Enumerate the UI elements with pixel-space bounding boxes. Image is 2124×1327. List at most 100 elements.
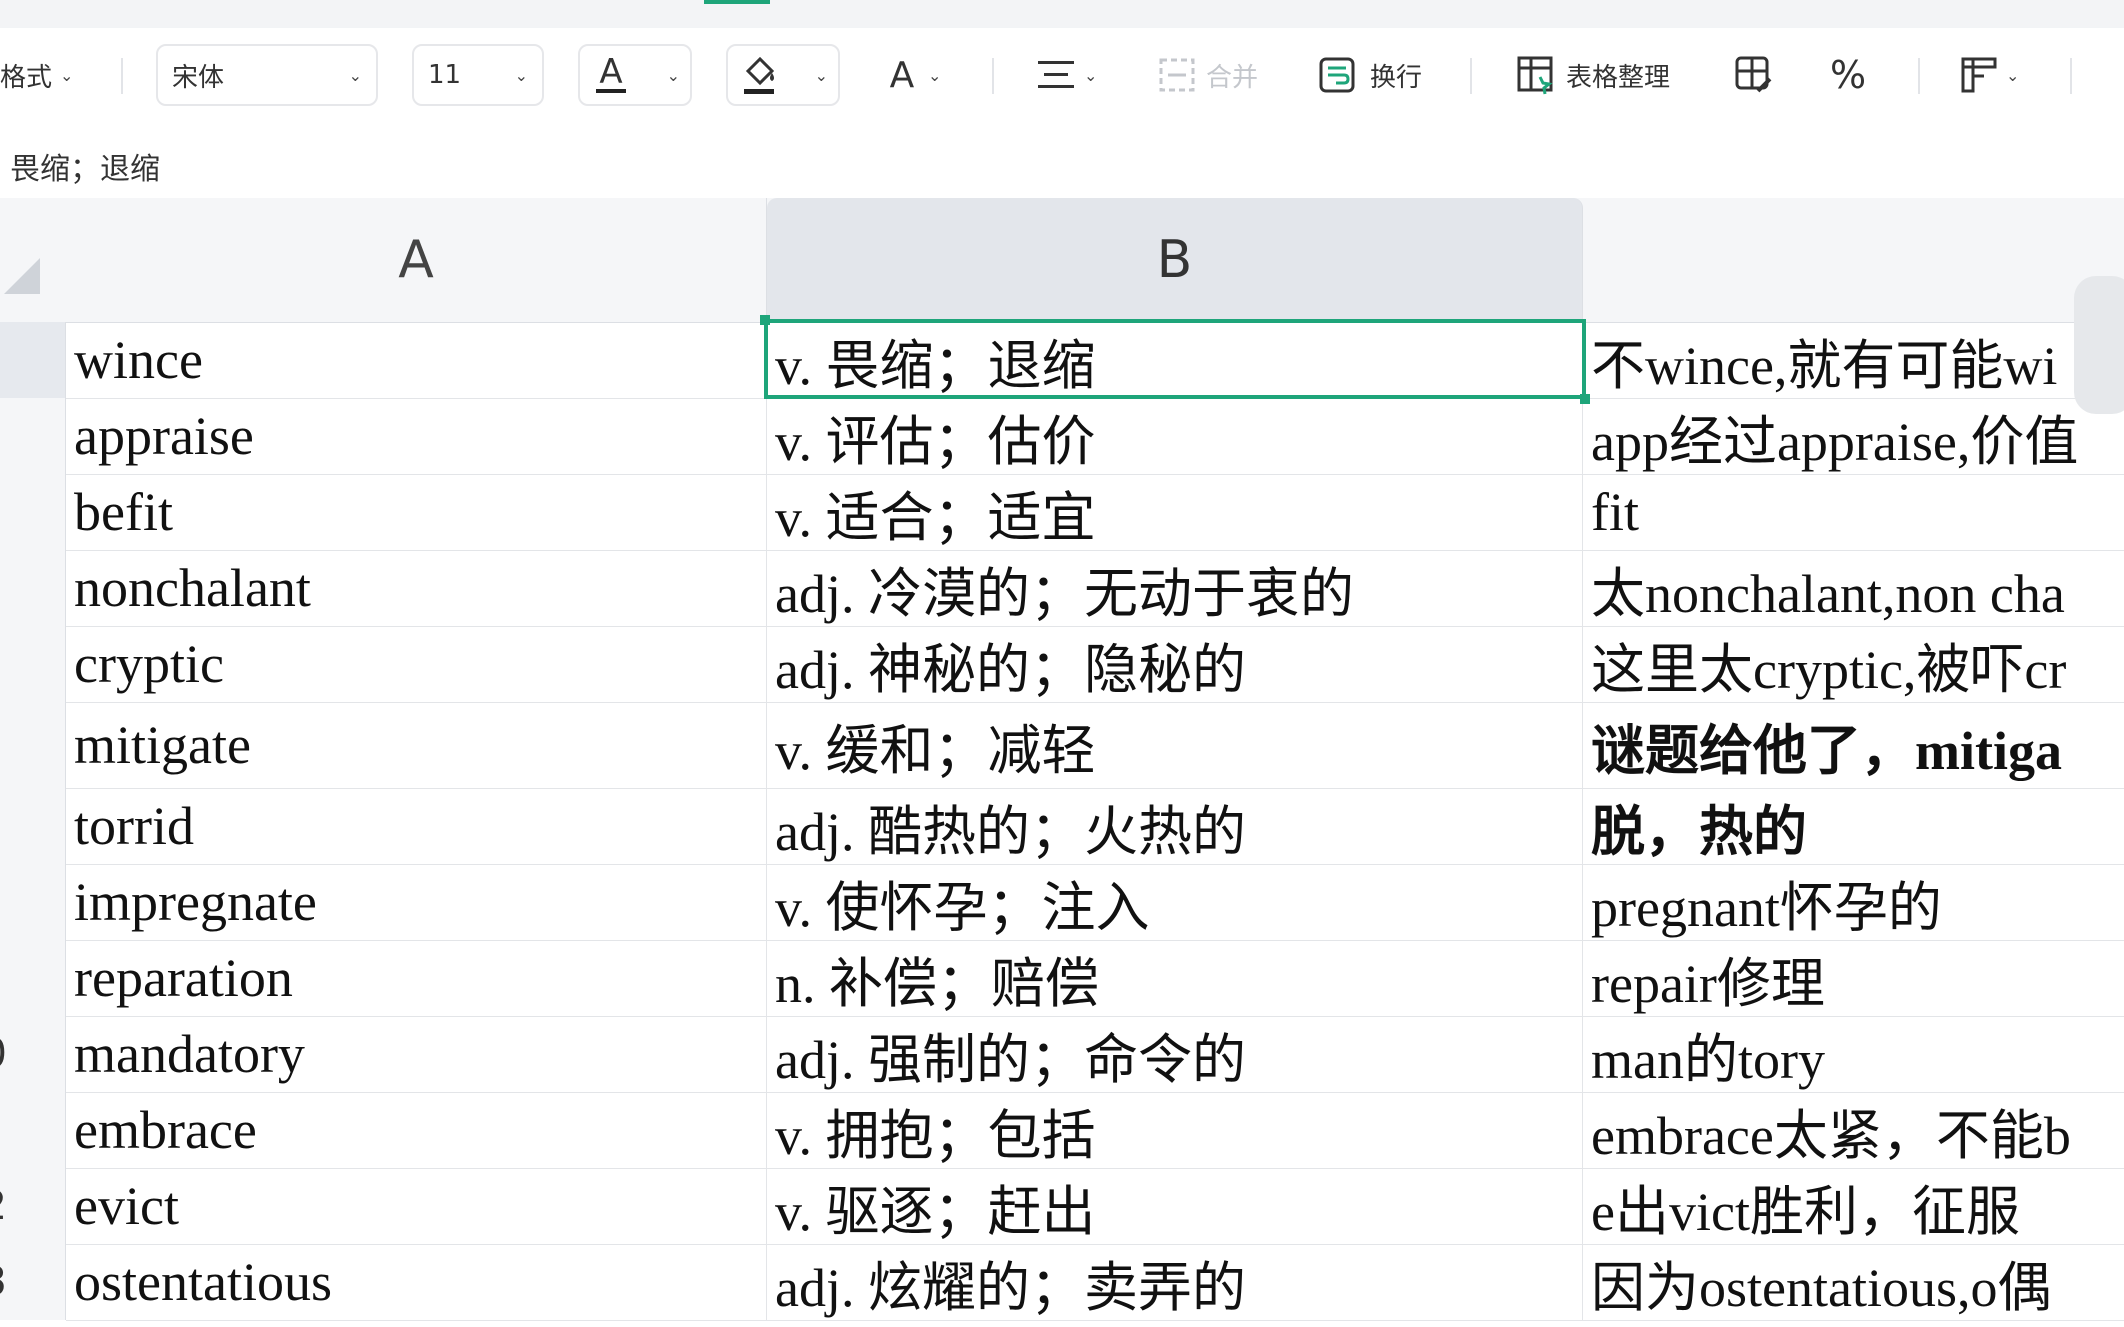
align-dropdown[interactable]: ⌄ — [1036, 44, 1108, 106]
paint-bucket-icon — [744, 56, 775, 94]
cell-meaning[interactable]: v. 畏缩；退缩 — [767, 322, 1583, 398]
table-row: evict v. 驱逐；赶出 e出vict胜利，征服 — [66, 1168, 2124, 1245]
row-number[interactable] — [0, 474, 66, 550]
row-number[interactable]: 0 — [0, 1016, 66, 1092]
column-header-row: A B — [0, 198, 2124, 323]
table-row: wince v. 畏缩；退缩 不wince,就有可能wi — [66, 322, 2124, 399]
wrap-text-label: 换行 — [1370, 62, 1423, 93]
toolbar-divider — [992, 58, 994, 94]
cell-word[interactable]: evict — [66, 1168, 767, 1244]
merge-icon — [1159, 58, 1195, 92]
table-tidy-icon — [1517, 56, 1553, 95]
font-size-select[interactable]: 11 ⌄ — [412, 44, 544, 106]
text-style-button[interactable]: A ⌄ — [884, 44, 954, 106]
chevron-down-icon: ⌄ — [928, 65, 942, 85]
cell-meaning[interactable]: v. 拥抱；包括 — [767, 1092, 1583, 1168]
cell-edit-icon — [1735, 56, 1772, 93]
table-row: embrace v. 拥抱；包括 embrace太紧，不能b — [66, 1092, 2124, 1169]
cell-meaning[interactable]: adj. 神秘的；隐秘的 — [767, 626, 1583, 702]
column-header-c[interactable] — [1583, 198, 2124, 322]
cell-note[interactable]: e出vict胜利，征服 — [1583, 1168, 2124, 1244]
selection-handle[interactable] — [760, 315, 770, 325]
cell-meaning[interactable]: adj. 酷热的；火热的 — [767, 788, 1583, 864]
cell-meaning[interactable]: v. 缓和；减轻 — [767, 702, 1583, 788]
row-number[interactable] — [0, 702, 66, 788]
fill-color-button[interactable]: ⌄ — [726, 44, 840, 106]
cell-meaning[interactable]: adj. 强制的；命令的 — [767, 1016, 1583, 1092]
row-number[interactable] — [0, 1092, 66, 1168]
cell-note[interactable]: fit — [1583, 474, 2124, 550]
cell-note[interactable]: app经过appraise,价值 — [1583, 398, 2124, 474]
scrollbar-thumb[interactable] — [2074, 276, 2124, 414]
table-row: mitigate v. 缓和；减轻 谜题给他了，mitiga — [66, 702, 2124, 789]
cell-meaning[interactable]: v. 适合；适宜 — [767, 474, 1583, 550]
cell-note[interactable]: 不wince,就有可能wi — [1583, 322, 2124, 398]
column-header-a[interactable]: A — [66, 198, 767, 322]
cell-word[interactable]: impregnate — [66, 864, 767, 940]
row-number[interactable] — [0, 940, 66, 1016]
toolbar: 格式 ⌄ 宋体 ⌄ 11 ⌄ A ⌄ ⌄ A ⌄ ⌄ 合并 换行 表格整理 % … — [0, 28, 2124, 127]
cell-word[interactable]: appraise — [66, 398, 767, 474]
cell-meaning[interactable]: v. 驱逐；赶出 — [767, 1168, 1583, 1244]
cell-format-button[interactable] — [1734, 44, 1784, 106]
active-tab-indicator — [704, 0, 770, 4]
formula-bar[interactable]: 畏缩；退缩 — [0, 126, 2124, 199]
cell-meaning[interactable]: n. 补偿；赔偿 — [767, 940, 1583, 1016]
table-tidy-button[interactable]: 表格整理 — [1516, 44, 1686, 106]
cell-word[interactable]: befit — [66, 474, 767, 550]
cell-note[interactable]: 太nonchalant,non cha — [1583, 550, 2124, 626]
row-number[interactable] — [0, 322, 66, 398]
wrap-text-button[interactable]: 换行 — [1318, 44, 1430, 106]
cell-word[interactable]: mitigate — [66, 702, 767, 788]
cell-note[interactable]: 因为ostentatious,o偶 — [1583, 1244, 2124, 1320]
chevron-down-icon: ⌄ — [348, 65, 362, 85]
cell-note[interactable]: man的tory — [1583, 1016, 2124, 1092]
cell-word[interactable]: embrace — [66, 1092, 767, 1168]
chevron-down-icon: ⌄ — [814, 65, 828, 85]
cell-meaning[interactable]: adj. 冷漠的；无动于衷的 — [767, 550, 1583, 626]
freeze-dropdown[interactable]: ⌄ — [1960, 44, 2034, 106]
chevron-down-icon: ⌄ — [60, 65, 74, 85]
row-number[interactable]: 2 — [0, 1168, 66, 1244]
font-size-value: 11 — [428, 60, 462, 90]
table-row: ostentatious adj. 炫耀的；卖弄的 因为ostentatious,o… — [66, 1244, 2124, 1321]
percent-button[interactable]: % — [1830, 44, 1880, 106]
cell-note[interactable]: pregnant怀孕的 — [1583, 864, 2124, 940]
table-row: reparation n. 补偿；赔偿 repair修理 — [66, 940, 2124, 1017]
cell-note[interactable]: 这里太cryptic,被吓cr — [1583, 626, 2124, 702]
cell-meaning[interactable]: adj. 炫耀的；卖弄的 — [767, 1244, 1583, 1320]
row-number[interactable]: 3 — [0, 1244, 66, 1320]
cell-word[interactable]: torrid — [66, 788, 767, 864]
wrap-text-icon — [1319, 57, 1355, 93]
select-all-corner[interactable] — [4, 258, 40, 294]
chevron-down-icon: ⌄ — [514, 65, 528, 85]
row-number[interactable] — [0, 626, 66, 702]
cell-word[interactable]: wince — [66, 322, 767, 398]
svg-text:A: A — [599, 53, 622, 92]
table-row: nonchalant adj. 冷漠的；无动于衷的 太nonchalant,non … — [66, 550, 2124, 627]
merge-button[interactable]: 合并 — [1158, 44, 1268, 106]
row-number[interactable] — [0, 550, 66, 626]
cell-note[interactable]: repair修理 — [1583, 940, 2124, 1016]
cell-meaning[interactable]: v. 使怀孕；注入 — [767, 864, 1583, 940]
column-header-b[interactable]: B — [767, 198, 1583, 322]
font-family-select[interactable]: 宋体 ⌄ — [156, 44, 378, 106]
font-color-button[interactable]: A ⌄ — [578, 44, 692, 106]
table-row: impregnate v. 使怀孕；注入 pregnant怀孕的 — [66, 864, 2124, 941]
cell-word[interactable]: ostentatious — [66, 1244, 767, 1320]
row-number[interactable] — [0, 864, 66, 940]
cell-word[interactable]: reparation — [66, 940, 767, 1016]
cell-word[interactable]: mandatory — [66, 1016, 767, 1092]
cell-word[interactable]: nonchalant — [66, 550, 767, 626]
row-number[interactable] — [0, 788, 66, 864]
row-number[interactable] — [0, 398, 66, 474]
cell-note[interactable]: 脱，热的 — [1583, 788, 2124, 864]
cell-note[interactable]: 谜题给他了，mitiga — [1583, 702, 2124, 788]
svg-text:A: A — [890, 55, 915, 96]
cell-meaning[interactable]: v. 评估；估价 — [767, 398, 1583, 474]
selection-handle[interactable] — [1580, 394, 1590, 404]
format-dropdown[interactable]: 格式 ⌄ — [0, 44, 90, 106]
cell-word[interactable]: cryptic — [66, 626, 767, 702]
cell-note[interactable]: embrace太紧，不能b — [1583, 1092, 2124, 1168]
toolbar-divider — [121, 58, 123, 94]
